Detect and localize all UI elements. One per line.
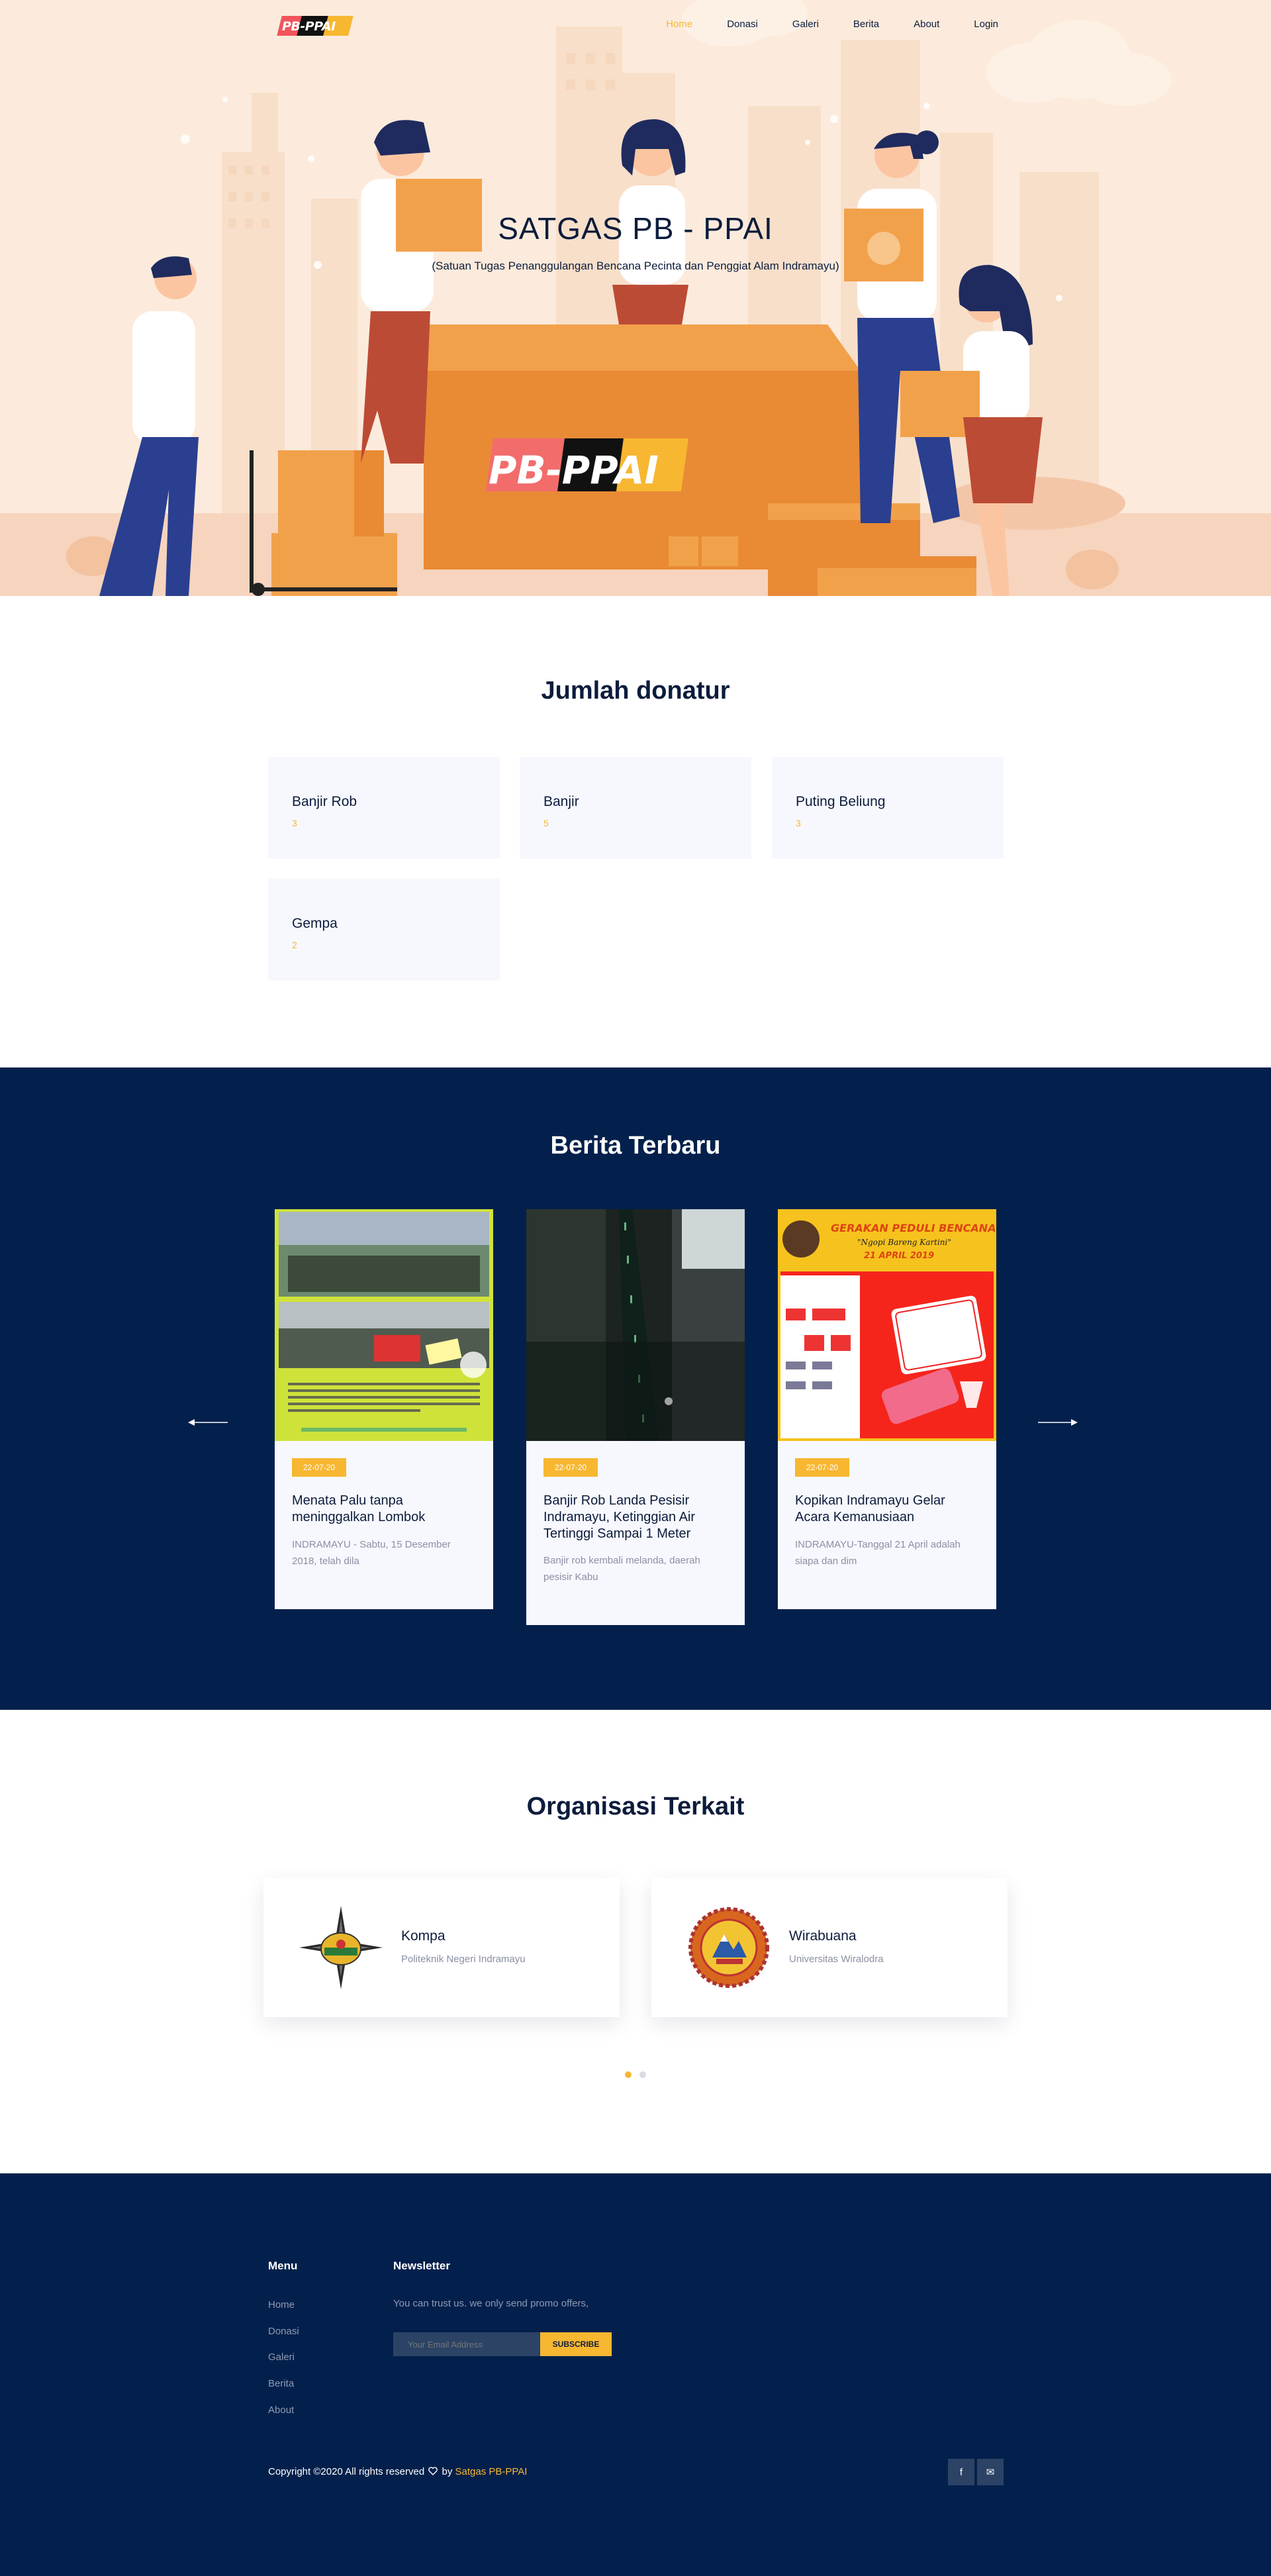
berita-title: Berita Terbaru — [550, 1132, 721, 1160]
facebook-icon[interactable]: f — [948, 2459, 974, 2485]
donatur-section: Jumlah donatur Banjir Rob 3 Banjir 5 Put… — [0, 596, 1271, 1067]
donatur-count: 2 — [292, 940, 297, 950]
news-excerpt: INDRAMAYU-Tanggal 21 April adalah siapa … — [795, 1539, 961, 1567]
donatur-count: 3 — [796, 818, 801, 828]
donatur-count: 5 — [543, 818, 549, 828]
footer-link-about[interactable]: About — [268, 2404, 294, 2416]
copyright-brand-link[interactable]: Satgas PB-PPAI — [455, 2466, 528, 2477]
news-date: 22-07-20 — [543, 1458, 598, 1477]
carousel-dot[interactable] — [639, 2071, 646, 2078]
news-thumbnail — [275, 1209, 493, 1441]
news-title[interactable]: Kopikan Indramayu Gelar Acara Kemanusiaa… — [795, 1493, 980, 1526]
donatur-title: Jumlah donatur — [541, 677, 730, 705]
donatur-name: Banjir — [543, 794, 579, 809]
box-logo-text: PB-PPAI — [489, 448, 659, 493]
hero-subtitle: (Satuan Tugas Penanggulangan Bencana Pec… — [432, 260, 839, 272]
news-card[interactable]: 22-07-20 Banjir Rob Landa Pesisir Indram… — [526, 1209, 745, 1625]
nav-donasi[interactable]: Donasi — [727, 19, 758, 30]
poster-date: 21 APRIL 2019 — [864, 1251, 934, 1261]
organisasi-card[interactable]: Wirabuana Universitas Wiralodra — [651, 1878, 1008, 2017]
newsletter-title: Newsletter — [393, 2259, 450, 2272]
heart-icon — [428, 2467, 438, 2475]
nav-home[interactable]: Home — [666, 19, 692, 30]
organisasi-subtitle: Universitas Wiralodra — [789, 1954, 884, 1965]
main-menu: Home Donasi Galeri Berita About Login — [632, 19, 998, 30]
kompa-logo — [299, 1906, 383, 1989]
footer-link-home[interactable]: Home — [268, 2299, 295, 2310]
donatur-card[interactable]: Gempa 2 — [268, 879, 500, 981]
hero-section: PB-PPAI PB-PPAI Home Donasi Galeri Berit… — [0, 0, 1271, 596]
donatur-name: Banjir Rob — [292, 794, 357, 809]
donatur-card[interactable]: Banjir Rob 3 — [268, 757, 500, 859]
poster-tagline: "Ngopi Bareng Kartini" — [857, 1238, 951, 1247]
news-title[interactable]: Banjir Rob Landa Pesisir Indramayu, Keti… — [543, 1493, 729, 1542]
navbar: PB-PPAI Home Donasi Galeri Berita About … — [0, 0, 1271, 53]
news-card[interactable]: 22-07-20 Menata Palu tanpa meninggalkan … — [275, 1209, 493, 1609]
donatur-name: Puting Beliung — [796, 794, 886, 809]
nav-login[interactable]: Login — [974, 19, 998, 30]
news-card[interactable]: GERAKAN PEDULI BENCANA "Ngopi Bareng Kar… — [778, 1209, 996, 1609]
organisasi-title: Organisasi Terkait — [526, 1793, 745, 1820]
wirabuana-logo — [688, 1907, 769, 1988]
mail-icon[interactable]: ✉ — [977, 2459, 1004, 2485]
copyright-by: by — [442, 2466, 453, 2477]
hero-title: SATGAS PB - PPAI — [498, 211, 773, 246]
news-title[interactable]: Menata Palu tanpa meninggalkan Lombok — [292, 1493, 477, 1526]
donatur-name: Gempa — [292, 916, 338, 931]
carousel-pagination — [0, 2071, 1271, 2078]
news-thumbnail — [526, 1209, 745, 1441]
organisasi-name: Kompa — [401, 1928, 446, 1944]
news-excerpt: Banjir rob kembali melanda, daerah pesis… — [543, 1555, 700, 1583]
organisasi-card[interactable]: Kompa Politeknik Negeri Indramayu — [263, 1878, 620, 2017]
nav-about[interactable]: About — [914, 19, 939, 30]
news-thumbnail: GERAKAN PEDULI BENCANA "Ngopi Bareng Kar… — [778, 1209, 996, 1441]
hero-illustration: PB-PPAI — [0, 0, 1271, 596]
newsletter-email-input[interactable] — [393, 2332, 540, 2356]
donatur-card[interactable]: Puting Beliung 3 — [772, 757, 1004, 859]
donatur-card[interactable]: Banjir 5 — [520, 757, 751, 859]
subscribe-button[interactable]: SUBSCRIBE — [540, 2332, 612, 2356]
organisasi-subtitle: Politeknik Negeri Indramayu — [401, 1954, 526, 1965]
news-date: 22-07-20 — [795, 1458, 850, 1477]
footer-link-berita[interactable]: Berita — [268, 2378, 294, 2389]
arrow-right-icon[interactable] — [1038, 1418, 1078, 1426]
nav-galeri[interactable]: Galeri — [792, 19, 819, 30]
carousel-dot-active[interactable] — [625, 2071, 632, 2078]
copyright-text: Copyright ©2020 All rights reserved — [268, 2466, 425, 2477]
footer: Menu Home Donasi Galeri Berita About New… — [0, 2173, 1271, 2576]
news-date: 22-07-20 — [292, 1458, 347, 1477]
footer-link-donasi[interactable]: Donasi — [268, 2326, 299, 2337]
news-excerpt: INDRAMAYU - Sabtu, 15 Desember 2018, tel… — [292, 1539, 451, 1567]
donatur-count: 3 — [292, 818, 297, 828]
organisasi-name: Wirabuana — [789, 1928, 857, 1944]
footer-menu-title: Menu — [268, 2259, 298, 2272]
footer-link-galeri[interactable]: Galeri — [268, 2352, 295, 2363]
newsletter-text: You can trust us. we only send promo off… — [393, 2298, 589, 2309]
berita-section: Berita Terbaru 22-07-20 Menata Palu tanp… — [0, 1067, 1271, 1710]
arrow-left-icon[interactable] — [188, 1418, 228, 1426]
nav-berita[interactable]: Berita — [853, 19, 879, 30]
organisasi-section: Organisasi Terkait Kompa Politeknik Nege… — [0, 1710, 1271, 2173]
poster-heading: GERAKAN PEDULI BENCANA — [831, 1222, 996, 1234]
copyright: Copyright ©2020 All rights reserved by S… — [268, 2466, 527, 2477]
site-logo[interactable]: PB-PPAI — [277, 16, 353, 36]
logo-text: PB-PPAI — [282, 19, 336, 34]
